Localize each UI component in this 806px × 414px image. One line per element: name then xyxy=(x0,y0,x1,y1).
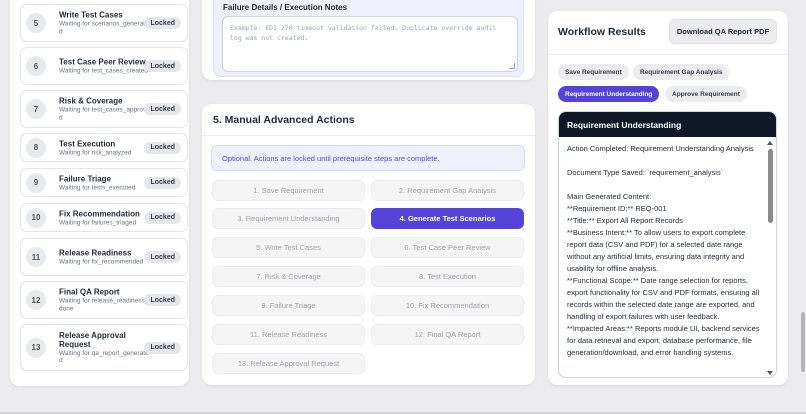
locked-badge: Locked xyxy=(144,176,181,189)
step-title: Release Readiness xyxy=(59,248,132,258)
scrollbar-thumb[interactable] xyxy=(767,149,773,223)
info-notice: Optional. Actions are locked until prere… xyxy=(211,145,525,171)
action-requirement-understanding-button[interactable]: 3. Requirement Understanding xyxy=(212,208,365,229)
workflow-steps-panel: 5 Write Test Cases Waiting for scenarios_… xyxy=(10,0,189,386)
step-item-13[interactable]: 13 Release Approval Request Waiting for q… xyxy=(20,324,188,371)
step-title: Risk & Coverage xyxy=(59,96,123,106)
step-number: 11 xyxy=(26,247,46,267)
action-failure-triage-button[interactable]: 9. Failure Triage xyxy=(212,295,365,316)
step-status-text: Waiting for risk_analyzed xyxy=(59,148,132,156)
page-scrollbar[interactable] xyxy=(800,0,806,414)
action-save-requirement-button[interactable]: 1. Save Requirement xyxy=(212,180,365,201)
output-line: **Impacted Areas:** Reports module UI, b… xyxy=(567,324,760,357)
output-line: Document Type Saved: `requirement_analys… xyxy=(567,168,724,177)
step-title: Write Test Cases xyxy=(59,10,123,20)
notes-card: Failure Details / Execution Notes Exampl… xyxy=(202,0,535,80)
step-number: 5 xyxy=(26,13,46,33)
step-title: Final QA Report xyxy=(59,287,120,297)
step-status-text: Waiting for test_cases_created xyxy=(59,67,148,75)
scroll-up-arrow-icon[interactable] xyxy=(767,141,773,145)
result-tab-requirement-understanding[interactable]: Requirement Understanding xyxy=(558,86,660,102)
step-status-text: Waiting for qa_report_generated xyxy=(59,349,149,365)
action-release-approval-button[interactable]: 13. Release Approval Request xyxy=(212,353,365,374)
step-item-8[interactable]: 8 Test Execution Waiting for risk_analyze… xyxy=(20,133,188,162)
locked-badge: Locked xyxy=(144,103,181,115)
notes-panel: Failure Details / Execution Notes Exampl… xyxy=(213,0,524,77)
workflow-results-card: Workflow Results Download QA Report PDF … xyxy=(548,11,788,385)
step-number: 10 xyxy=(26,207,46,228)
output-line: **Business Intent:** To allow users to e… xyxy=(567,228,746,273)
locked-badge: Locked xyxy=(144,60,181,72)
step-item-12[interactable]: 12 Final QA Report Waiting for release_re… xyxy=(20,281,188,319)
step-number: 7 xyxy=(26,99,46,119)
action-fix-recommendation-button[interactable]: 10. Fix Recommendation xyxy=(371,295,524,316)
manual-actions-card: 5. Manual Advanced Actions Optional. Act… xyxy=(202,104,535,385)
failure-notes-textarea[interactable]: Example: EDI 270 timeout validation fail… xyxy=(222,16,518,72)
step-status-text: Waiting for release_readiness_done xyxy=(59,297,149,313)
action-release-readiness-button[interactable]: 11. Release Readiness xyxy=(212,324,365,345)
action-gap-analysis-button[interactable]: 2. Requirement Gap Analysis xyxy=(371,180,524,201)
action-peer-review-button[interactable]: 6. Test Case Peer Review xyxy=(371,237,524,258)
step-number: 12 xyxy=(26,290,46,310)
notes-placeholder: Example: EDI 270 timeout validation fail… xyxy=(230,24,497,42)
step-item-6[interactable]: 6 Test Case Peer Review Waiting for test_… xyxy=(20,47,188,85)
step-item-11[interactable]: 11 Release Readiness Waiting for fix_reco… xyxy=(20,238,188,276)
section-title: 5. Manual Advanced Actions xyxy=(213,114,355,126)
page-scrollbar-thumb[interactable] xyxy=(801,312,805,372)
action-test-execution-button[interactable]: 8. Test Execution xyxy=(371,266,524,287)
step-title: Release Approval Request xyxy=(59,330,126,349)
locked-badge: Locked xyxy=(144,294,181,306)
action-final-qa-report-button[interactable]: 12. Final QA Report xyxy=(371,324,524,345)
step-number: 6 xyxy=(26,56,46,76)
resize-handle-icon[interactable] xyxy=(509,63,515,69)
output-line: Main Generated Content: xyxy=(567,192,652,201)
step-title: Test Execution xyxy=(59,138,116,148)
notes-label: Failure Details / Execution Notes xyxy=(223,3,348,12)
step-title: Failure Triage xyxy=(59,173,112,183)
step-item-5[interactable]: 5 Write Test Cases Waiting for scenarios_… xyxy=(20,4,188,42)
scroll-down-arrow-icon[interactable] xyxy=(767,371,773,375)
step-title: Test Case Peer Review xyxy=(59,57,146,67)
locked-badge: Locked xyxy=(144,341,181,354)
step-number: 9 xyxy=(26,172,46,193)
step-status-text: Waiting for failures_triaged xyxy=(59,218,137,226)
result-tab-gap-analysis[interactable]: Requirement Gap Analysis xyxy=(633,64,730,80)
output-content: Action Completed: Requirement Understand… xyxy=(567,143,764,359)
download-qa-report-button[interactable]: Download QA Report PDF xyxy=(669,19,777,44)
action-generate-test-scenarios-button[interactable]: 4. Generate Test Scenarios xyxy=(371,208,524,229)
result-output-panel[interactable]: Requirement Understanding Action Complet… xyxy=(558,111,777,378)
locked-badge: Locked xyxy=(144,17,181,29)
result-tab-approve-requirement[interactable]: Approve Requirement xyxy=(665,86,747,102)
locked-badge: Locked xyxy=(144,211,181,224)
divider xyxy=(548,54,788,55)
output-line: **Title:** Export All Report Records xyxy=(567,216,684,225)
step-item-7[interactable]: 7 Risk & Coverage Waiting for test_cases_… xyxy=(20,90,188,128)
output-title: Requirement Understanding xyxy=(559,112,776,137)
results-title: Workflow Results xyxy=(558,26,646,38)
locked-badge: Locked xyxy=(144,251,181,263)
output-line: **Functional Scope:** Date range selecti… xyxy=(567,276,760,321)
step-status-text: Waiting for tests_executed xyxy=(59,183,136,191)
output-line: **Requirement ID:** REQ-001 xyxy=(567,204,667,213)
divider xyxy=(202,135,535,136)
locked-badge: Locked xyxy=(144,141,181,154)
output-scrollbar[interactable] xyxy=(766,139,774,377)
action-write-test-cases-button[interactable]: 5. Write Test Cases xyxy=(212,237,365,258)
step-item-10[interactable]: 10 Fix Recommendation Waiting for failure… xyxy=(20,203,188,232)
step-item-9[interactable]: 9 Failure Triage Waiting for tests_execut… xyxy=(20,168,188,197)
step-status-text: Waiting for fix_recommended xyxy=(59,258,144,266)
step-number: 8 xyxy=(26,137,46,158)
output-line: Action Completed: Requirement Understand… xyxy=(567,144,754,153)
result-tab-save-requirement[interactable]: Save Requirement xyxy=(558,64,629,80)
action-risk-coverage-button[interactable]: 7. Risk & Coverage xyxy=(212,266,365,287)
step-status-text: Waiting for scenarios_generated xyxy=(59,20,149,36)
step-number: 13 xyxy=(26,337,46,358)
step-status-text: Waiting for test_cases_approved xyxy=(59,106,150,122)
step-title: Fix Recommendation xyxy=(59,208,140,218)
